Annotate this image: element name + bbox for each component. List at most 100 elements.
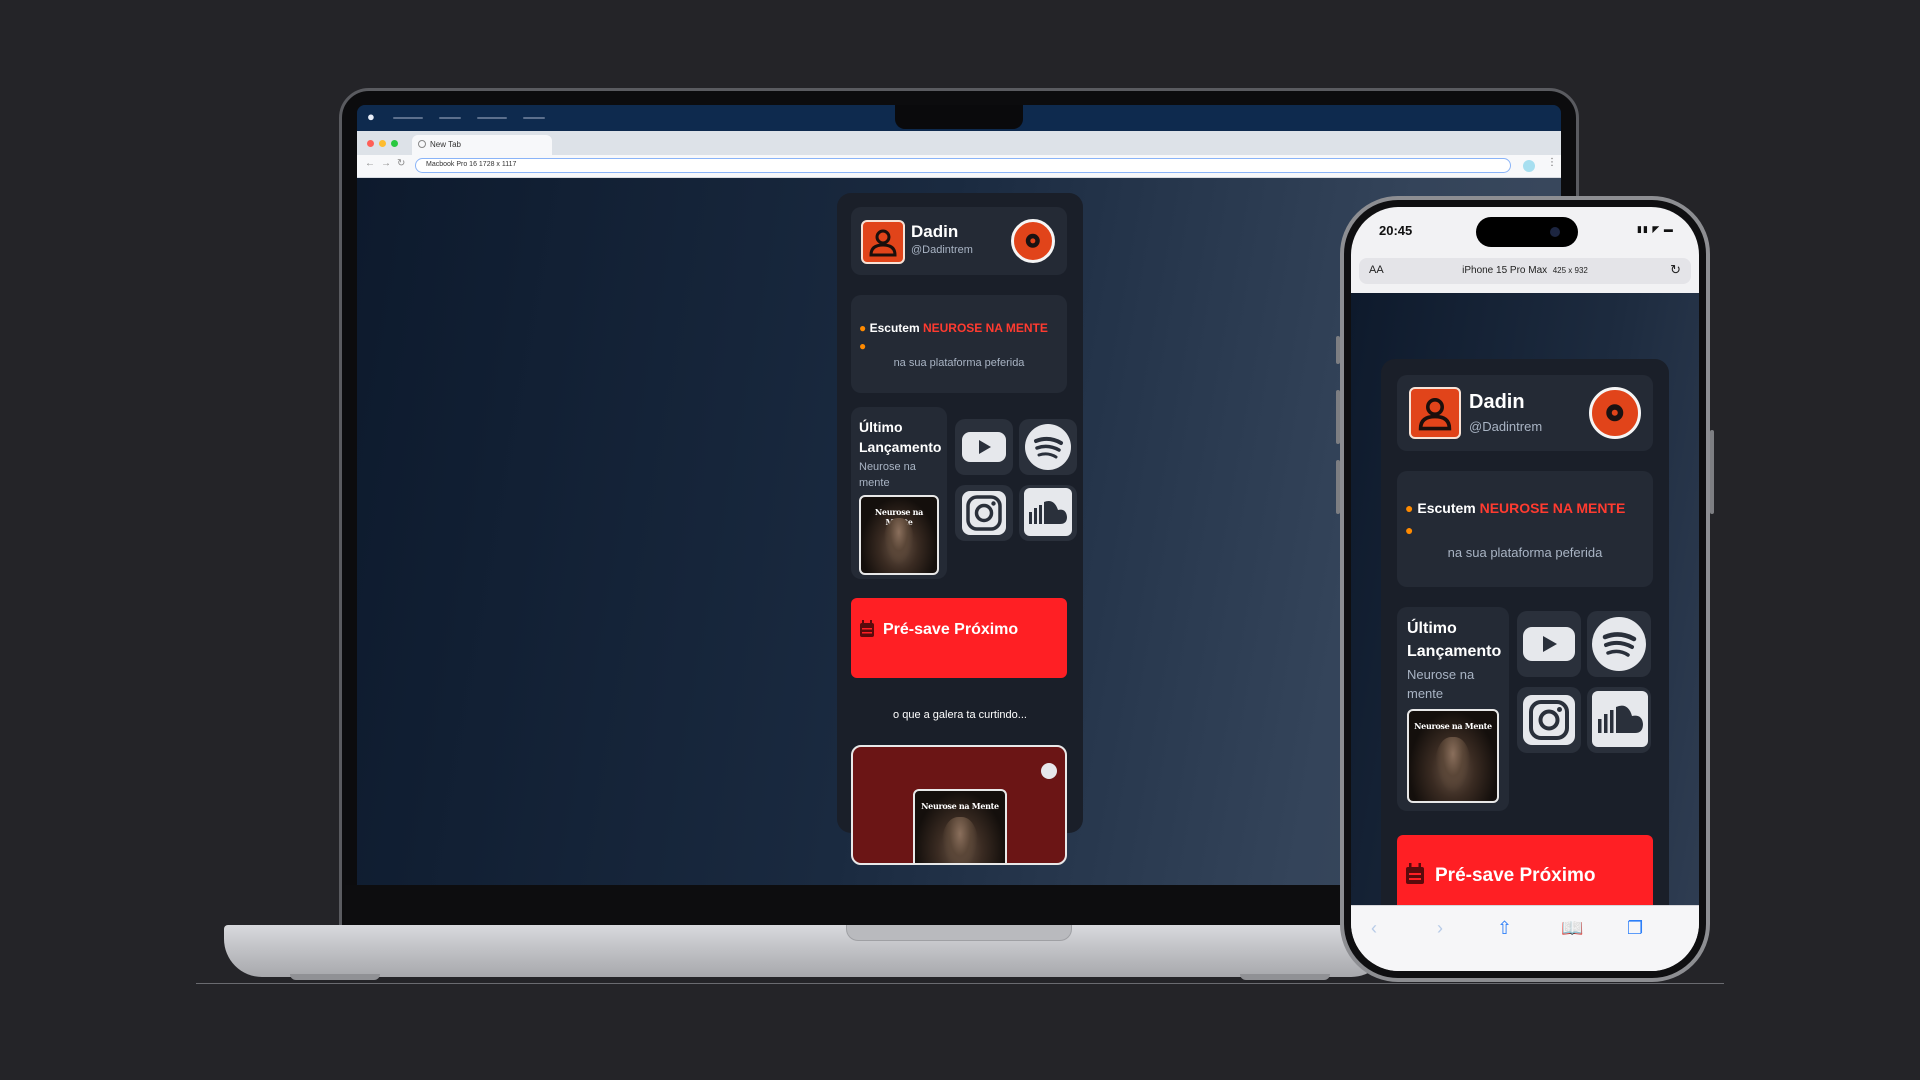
youtube-button[interactable] bbox=[1517, 611, 1581, 677]
menu-kebab-icon[interactable]: ⋮ bbox=[1547, 157, 1557, 168]
instagram-button[interactable] bbox=[1517, 687, 1581, 753]
close-window-button[interactable] bbox=[367, 140, 374, 147]
presave-button[interactable]: Pré-save Próximo bbox=[1397, 835, 1653, 915]
calendar-icon bbox=[860, 620, 874, 637]
promo-card: ● Escutem NEUROSE NA MENTE ● na sua plat… bbox=[1397, 471, 1653, 587]
device-label: iPhone 15 Pro Max bbox=[1462, 265, 1548, 276]
signal-wifi-battery-icon: ▮▮ ◤ ▬ bbox=[1637, 224, 1674, 234]
bookmarks-icon[interactable]: 📖 bbox=[1561, 918, 1583, 939]
profile-handle: @Dadintrem bbox=[1469, 419, 1543, 434]
release-title-line1: Último bbox=[859, 419, 903, 435]
spotify-icon bbox=[1025, 424, 1071, 470]
album-cover[interactable]: Neurose na Mente bbox=[859, 495, 939, 575]
cover-title: Neurose na Mente bbox=[1414, 721, 1492, 731]
release-card[interactable]: Último Lançamento Neurose na mente Neuro… bbox=[1397, 607, 1509, 811]
spotify-button[interactable] bbox=[1587, 611, 1651, 677]
presave-label: Pré-save Próximo bbox=[883, 621, 1019, 638]
cover-art-figure bbox=[1435, 737, 1471, 793]
promo-text: ● Escutem NEUROSE NA MENTE ● bbox=[1405, 497, 1649, 541]
menu-item-placeholder[interactable] bbox=[523, 117, 545, 119]
vinyl-disc-icon[interactable] bbox=[1011, 219, 1055, 263]
extension-icon[interactable] bbox=[1523, 160, 1535, 172]
laptop-base bbox=[224, 925, 1389, 977]
address-bar[interactable]: Macbook Pro 16 1728 x 1117 bbox=[415, 158, 1511, 173]
trending-cover-title: Neurose na Mente bbox=[921, 801, 999, 811]
browser-toolbar: ← → ↻ Macbook Pro 16 1728 x 1117 ⋮ bbox=[357, 155, 1561, 178]
safari-address-bar[interactable]: AA iPhone 15 Pro Max 425 x 932 ↻ bbox=[1359, 258, 1691, 284]
promo-highlight: NEUROSE NA MENTE bbox=[1479, 500, 1626, 516]
maximize-window-button[interactable] bbox=[391, 140, 398, 147]
user-icon[interactable] bbox=[1409, 387, 1461, 439]
release-track: Neurose na mente bbox=[1407, 667, 1475, 701]
user-icon[interactable] bbox=[861, 220, 905, 264]
camera-notch bbox=[895, 105, 1023, 129]
release-title-line2: Lançamento bbox=[1407, 643, 1502, 660]
fire-icon: ● bbox=[859, 339, 867, 353]
trending-card[interactable]: Neurose na Mente bbox=[851, 745, 1067, 865]
forward-icon[interactable]: → bbox=[381, 158, 391, 169]
globe-icon bbox=[418, 140, 426, 148]
browser-tab[interactable]: New Tab bbox=[412, 135, 552, 155]
cover-art-figure bbox=[883, 517, 915, 565]
soundcloud-icon bbox=[1592, 691, 1648, 747]
youtube-icon bbox=[962, 432, 1006, 462]
profile-card: Dadin @Dadintrem bbox=[1397, 375, 1653, 451]
forward-icon[interactable]: › bbox=[1437, 918, 1443, 939]
soundcloud-button[interactable] bbox=[1019, 485, 1077, 541]
promo-prefix: Escutem bbox=[869, 321, 923, 335]
browser-tabstrip: New Tab bbox=[357, 131, 1561, 155]
profile-name: Dadin bbox=[1469, 391, 1525, 413]
instagram-icon bbox=[1523, 695, 1575, 745]
minimize-window-button[interactable] bbox=[379, 140, 386, 147]
release-card[interactable]: Último Lançamento Neurose na mente Neuro… bbox=[851, 407, 947, 579]
menu-item-placeholder[interactable] bbox=[393, 117, 423, 119]
presave-label: Pré-save Próximo bbox=[1435, 865, 1596, 886]
presave-button[interactable]: Pré-save Próximo bbox=[851, 598, 1067, 678]
profile-handle: @Dadintrem bbox=[911, 244, 973, 256]
cover-art-figure bbox=[942, 817, 978, 863]
apple-logo-icon[interactable]: ● bbox=[367, 109, 375, 124]
soundcloud-button[interactable] bbox=[1587, 687, 1651, 753]
tabs-icon[interactable]: ❐ bbox=[1627, 918, 1643, 939]
instagram-button[interactable] bbox=[955, 485, 1013, 541]
spotify-icon bbox=[1592, 617, 1646, 671]
spotify-icon[interactable] bbox=[1041, 763, 1057, 779]
floor-line bbox=[196, 983, 1724, 984]
album-cover[interactable]: Neurose na Mente bbox=[1407, 709, 1499, 803]
back-icon[interactable]: ‹ bbox=[1371, 918, 1377, 939]
promo-prefix: Escutem bbox=[1417, 500, 1480, 516]
laptop-foot bbox=[290, 974, 380, 980]
laptop-opening-notch bbox=[846, 925, 1072, 941]
share-icon[interactable]: ⇧ bbox=[1497, 918, 1512, 939]
promo-card: ● Escutem NEUROSE NA MENTE ● na sua plat… bbox=[851, 295, 1067, 393]
fire-icon: ● bbox=[1405, 522, 1414, 538]
promo-highlight: NEUROSE NA MENTE bbox=[922, 321, 1048, 335]
youtube-icon bbox=[1523, 627, 1575, 661]
mac-menubar: ● bbox=[357, 105, 1561, 131]
back-icon[interactable]: ← bbox=[365, 158, 375, 169]
phone-screen: 20:45 ▮▮ ◤ ▬ AA iPhone 15 Pro Max 425 x … bbox=[1351, 207, 1699, 971]
laptop-foot bbox=[1240, 974, 1330, 980]
fire-icon: ● bbox=[1405, 500, 1414, 516]
menu-item-placeholder[interactable] bbox=[439, 117, 461, 119]
profile-card: Dadin @Dadintrem bbox=[851, 207, 1067, 275]
youtube-button[interactable] bbox=[955, 419, 1013, 475]
promo-text: ● Escutem NEUROSE NA MENTE ● bbox=[859, 319, 1059, 355]
device-size: 425 x 932 bbox=[1552, 266, 1588, 275]
spotify-button[interactable] bbox=[1019, 419, 1077, 475]
release-title: Último Lançamento bbox=[859, 417, 941, 457]
safari-bottom-toolbar: ‹ › ⇧ 📖 ❐ bbox=[1351, 905, 1699, 971]
profile-name: Dadin bbox=[911, 222, 959, 241]
fire-icon: ● bbox=[859, 321, 867, 335]
front-camera bbox=[1550, 227, 1560, 237]
tab-title: New Tab bbox=[430, 140, 461, 149]
reload-icon[interactable]: ↻ bbox=[397, 158, 405, 169]
release-title-line1: Último bbox=[1407, 620, 1457, 637]
linktree-panel: Dadin @Dadintrem ● Escutem NEUROSE NA ME… bbox=[837, 193, 1083, 865]
reload-icon[interactable]: ↻ bbox=[1670, 262, 1681, 278]
calendar-icon bbox=[1406, 863, 1424, 884]
vinyl-disc-icon[interactable] bbox=[1589, 387, 1641, 439]
menu-item-placeholder[interactable] bbox=[477, 117, 507, 119]
phone-web-page: Dadin @Dadintrem ● Escutem NEUROSE NA ME… bbox=[1351, 293, 1699, 919]
promo-subtitle: na sua plataforma peferida bbox=[1447, 545, 1603, 560]
